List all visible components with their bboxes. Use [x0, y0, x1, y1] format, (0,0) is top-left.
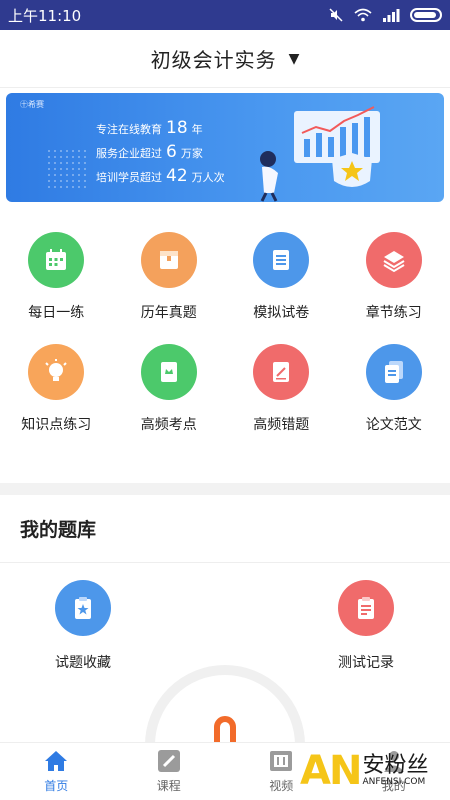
- dropdown-caret-icon: ▼: [288, 50, 300, 67]
- favorites-button[interactable]: 试题收藏: [28, 580, 138, 672]
- watermark-name: 安粉丝: [362, 752, 429, 778]
- section-divider: [0, 483, 450, 495]
- status-time: 上午11:10: [8, 6, 82, 25]
- record-clipboard-icon: [338, 580, 394, 636]
- tab-label: 课程: [156, 779, 181, 793]
- grid-label: 高频错题: [253, 417, 310, 433]
- favorites-label: 试题收藏: [55, 655, 111, 671]
- notebook-icon: [253, 344, 310, 400]
- video-icon: [270, 751, 293, 771]
- bulb-icon: [28, 344, 85, 400]
- favorite-clipboard-icon: [55, 580, 111, 636]
- tab-label: 首页: [44, 779, 69, 793]
- banner-logo: ㊉希赛: [20, 100, 44, 109]
- signal-icon: [383, 9, 400, 22]
- tab-label: 视频: [269, 779, 294, 793]
- grid-row-2: 知识点练习 高频考点 高频错题 论文范文: [0, 344, 450, 456]
- tab-courses[interactable]: 课程: [113, 743, 226, 800]
- watermark-url: ANFENSI.COM: [362, 777, 426, 788]
- scroll-icon: [253, 232, 310, 288]
- grid-item-frequent-points[interactable]: 高频考点: [113, 344, 226, 456]
- grid-item-past-exams[interactable]: 历年真题: [113, 232, 226, 344]
- grid-item-daily-practice[interactable]: 每日一练: [0, 232, 113, 344]
- box-icon: [140, 232, 197, 288]
- tab-home[interactable]: 首页: [0, 743, 113, 800]
- grid-item-mock-exam[interactable]: 模拟试卷: [225, 232, 338, 344]
- grid-item-knowledge-practice[interactable]: 知识点练习: [0, 344, 113, 456]
- section-separator: [0, 562, 450, 563]
- page-title: 初级会计实务: [150, 48, 277, 72]
- banner-dots-decoration: [46, 148, 86, 188]
- status-icons: [328, 7, 442, 23]
- banner-line-3: 培训学员超过 42 万人次: [96, 166, 225, 186]
- grid-label: 历年真题: [140, 305, 197, 321]
- grid-label: 章节练习: [365, 305, 422, 321]
- banner-line-2: 服务企业超过 6 万家: [96, 142, 203, 162]
- test-records-label: 测试记录: [338, 655, 394, 671]
- banner-text: 专注在线教育 18 年 服务企业超过 6 万家 培训学员超过 42 万人次: [96, 117, 225, 189]
- test-records-button[interactable]: 测试记录: [311, 580, 421, 672]
- grid-label: 高频考点: [140, 417, 197, 433]
- home-icon: [45, 751, 68, 771]
- grid-label: 论文范文: [365, 417, 422, 433]
- function-grid: 每日一练 历年真题 模拟试卷 章节练习 知识点练习 高频考点 高频错题 论文范文: [0, 232, 450, 456]
- status-bar: 上午11:10: [0, 0, 450, 30]
- grid-label: 模拟试卷: [253, 305, 310, 321]
- progress-gauge: [145, 665, 305, 745]
- promo-banner[interactable]: ㊉希赛 专注在线教育 18 年 服务企业超过 6 万家 培训学员超过 42 万人次: [6, 93, 444, 202]
- layers-icon: [365, 232, 422, 288]
- watermark-logo: AN 安粉丝 ANFENSI.COM: [300, 742, 450, 800]
- banner-illustration: [260, 106, 380, 202]
- grid-item-chapter-practice[interactable]: 章节练习: [338, 232, 450, 344]
- grid-label: 知识点练习: [21, 417, 92, 433]
- subject-selector[interactable]: 初级会计实务 ▼: [0, 30, 450, 88]
- wifi-icon: [354, 8, 372, 22]
- battery-icon: [410, 8, 442, 22]
- banner-line-1: 专注在线教育 18 年: [96, 118, 203, 138]
- book-icon: [140, 344, 197, 400]
- grid-item-frequent-errors[interactable]: 高频错题: [225, 344, 338, 456]
- grid-item-essay-samples[interactable]: 论文范文: [338, 344, 450, 456]
- calendar-icon: [28, 232, 85, 288]
- grid-row-1: 每日一练 历年真题 模拟试卷 章节练习: [0, 232, 450, 344]
- documents-icon: [365, 344, 422, 400]
- pencil-icon: [157, 750, 180, 772]
- watermark-an: AN: [300, 748, 362, 794]
- mute-icon: [329, 8, 343, 22]
- grid-label: 每日一练: [28, 305, 85, 321]
- section-title: 我的题库: [20, 519, 97, 541]
